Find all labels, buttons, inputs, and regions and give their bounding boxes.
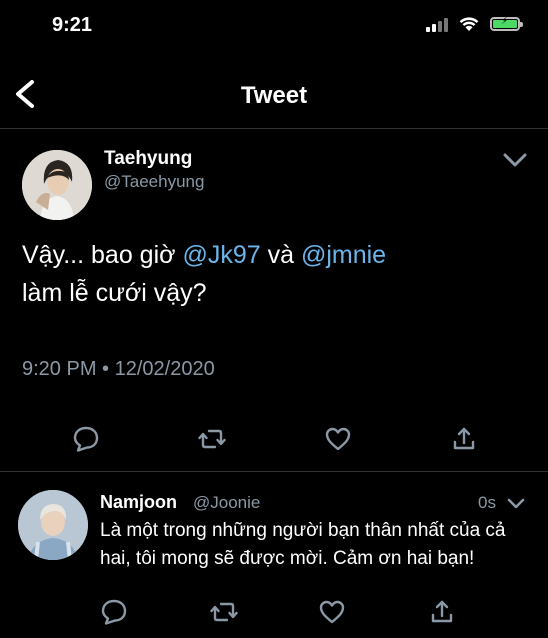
status-time: 9:21 [52,14,93,36]
signal-icon [426,16,448,32]
retweet-icon[interactable] [210,598,238,626]
comment-icon[interactable] [72,425,100,453]
chevron-down-icon[interactable] [502,150,528,170]
author-name[interactable]: Taehyung [104,148,192,170]
nav-header: Tweet [0,64,548,129]
share-icon[interactable] [450,425,478,453]
reply-author-name[interactable]: Namjoon [100,492,177,513]
reply-time: 0s [478,493,496,512]
tweet-text-part: Vậy... bao giờ [22,241,183,269]
status-icons [426,16,523,32]
avatar[interactable] [22,150,92,220]
reply-tweet[interactable]: Namjoon @Joonie 0s Là một trong những ng… [0,472,548,638]
status-bar: 9:21 [0,0,548,56]
chevron-down-icon[interactable] [506,496,526,512]
author-handle[interactable]: @Taeehyung [104,172,204,192]
heart-icon[interactable] [324,425,352,453]
wifi-icon [459,17,479,31]
tweet-text-part: và [260,241,301,269]
avatar[interactable] [18,490,88,560]
avatar-image [22,150,92,220]
battery-icon [490,16,523,31]
tweet-text-part: làm lễ cưới vậy? [22,279,207,307]
tweet-text: Vậy... bao giờ @Jk97 và @jmnie làm lễ cướ… [22,236,522,312]
main-tweet: Taehyung @Taeehyung Vậy... bao giờ @Jk97… [0,128,548,472]
heart-icon[interactable] [318,598,346,626]
avatar-image [18,490,88,560]
mention-link[interactable]: @jmnie [301,241,386,269]
tweet-timestamp[interactable]: 9:20 PM • 12/02/2020 [22,358,215,381]
comment-icon[interactable] [100,598,128,626]
share-icon[interactable] [428,598,456,626]
retweet-icon[interactable] [198,425,226,453]
mention-link[interactable]: @Jk97 [182,241,260,269]
reply-author-handle[interactable]: @Joonie [193,493,260,513]
reply-text: Là một trong những người bạn thân nhất c… [100,520,506,569]
page-title: Tweet [240,82,308,109]
